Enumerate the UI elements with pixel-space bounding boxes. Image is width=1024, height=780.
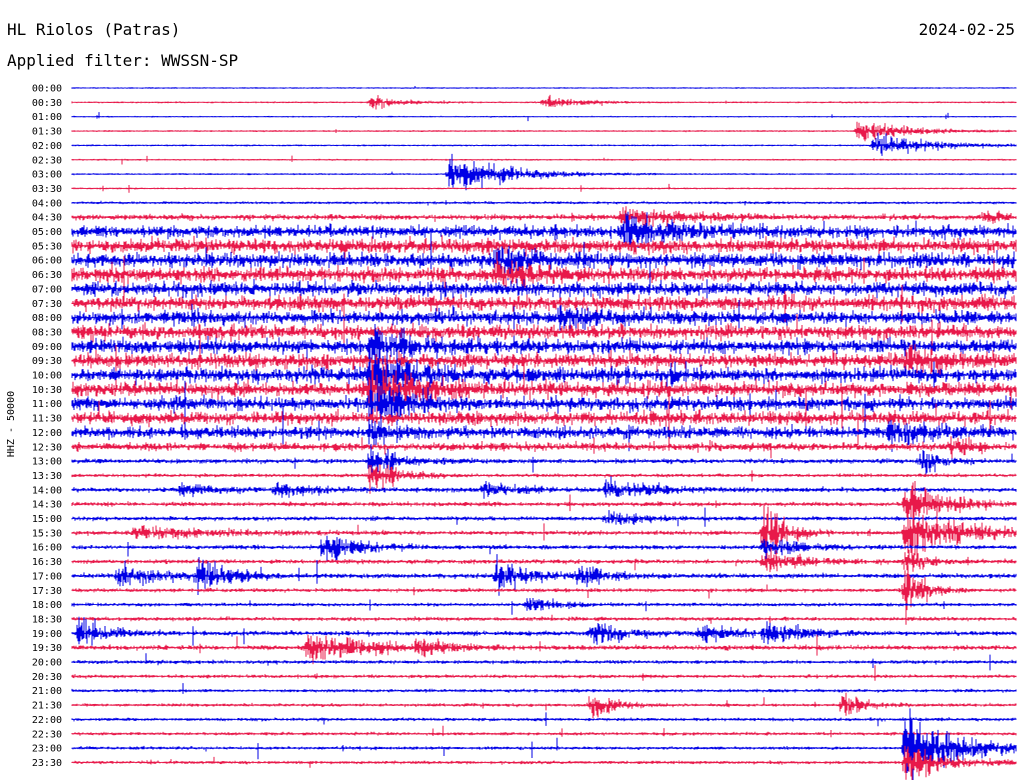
time-tick-label: 23:30 [32, 758, 62, 769]
time-tick-label: 21:00 [32, 686, 62, 697]
trace-waveform [71, 200, 1017, 206]
time-tick-label: 17:00 [32, 571, 62, 582]
time-tick-label: 02:00 [32, 141, 62, 152]
trace-waveform [71, 86, 1017, 89]
trace-waveform [71, 398, 1017, 452]
time-tick-label: 05:00 [32, 227, 62, 238]
trace-waveform [71, 476, 1017, 499]
time-tick-label: 13:30 [32, 471, 62, 482]
time-tick-label: 08:30 [32, 327, 62, 338]
trace-waveform [71, 725, 1017, 738]
trace-waveform [71, 692, 1017, 719]
time-tick-label: 01:30 [32, 127, 62, 138]
time-tick-label: 09:00 [32, 342, 62, 353]
time-tick-label: 14:30 [32, 500, 62, 511]
trace-waveform [71, 614, 1017, 627]
time-tick-label: 09:30 [32, 356, 62, 367]
trace-waveform [71, 257, 1017, 326]
trace-waveform [71, 444, 1017, 478]
time-tick-label: 03:00 [32, 170, 62, 181]
time-tick-label: 12:30 [32, 442, 62, 453]
time-tick-label: 20:30 [32, 672, 62, 683]
time-tick-label: 15:00 [32, 514, 62, 525]
time-tick-label: 08:00 [32, 313, 62, 324]
time-tick-label: 18:00 [32, 600, 62, 611]
trace-waveform [71, 94, 1017, 110]
time-tick-label: 13:00 [32, 457, 62, 468]
time-tick-label: 00:30 [32, 98, 62, 109]
time-tick-label: 03:30 [32, 184, 62, 195]
trace-waveform [71, 121, 1017, 142]
time-tick-label: 04:00 [32, 198, 62, 209]
seismogram-plot: 00:00 00:30 01:00 01:30 02:00 02:30 03:00 03:30… [6, 84, 1017, 780]
trace-waveform [71, 206, 1017, 229]
time-tick-label: 16:00 [32, 543, 62, 554]
trace-waveform [71, 616, 1017, 646]
time-tick-label: 22:00 [32, 715, 62, 726]
trace-waveform [71, 155, 1017, 165]
time-tick-label: 04:30 [32, 213, 62, 224]
trace-waveform [71, 745, 1017, 780]
time-tick-label: 07:00 [32, 284, 62, 295]
time-tick-label: 07:30 [32, 299, 62, 310]
trace-waveform [71, 183, 1017, 193]
time-tick-label: 11:00 [32, 399, 62, 410]
time-tick-label: 22:30 [32, 729, 62, 740]
trace-group [71, 86, 1017, 780]
time-tick-label: 18:30 [32, 614, 62, 625]
trace-waveform [71, 565, 1017, 625]
time-tick-label: 19:30 [32, 643, 62, 654]
time-tick-label: 19:00 [32, 629, 62, 640]
trace-waveform [71, 505, 1017, 562]
time-tick-label: 14:00 [32, 485, 62, 496]
trace-waveform [71, 386, 1017, 451]
time-tick-label: 10:30 [32, 385, 62, 396]
trace-waveform [71, 598, 1017, 615]
time-tick-label: 06:30 [32, 270, 62, 281]
time-tick-label: 21:30 [32, 701, 62, 712]
time-tick-label: 23:00 [32, 744, 62, 755]
time-tick-label: 16:30 [32, 557, 62, 568]
trace-waveform [71, 653, 1017, 671]
time-tick-label: 17:30 [32, 586, 62, 597]
trace-waveform [71, 436, 1017, 461]
time-tick-label: 01:00 [32, 112, 62, 123]
time-tick-label: 12:00 [32, 428, 62, 439]
time-tick-label: 00:00 [32, 84, 62, 95]
y-axis-label: HHZ - 50000 [6, 391, 17, 457]
trace-waveform [71, 634, 1017, 665]
time-tick-label: 11:30 [32, 414, 62, 425]
time-tick-label: 05:30 [32, 241, 62, 252]
trace-waveform [71, 712, 1017, 727]
trace-waveform [71, 112, 1017, 122]
time-tick-label: 10:00 [32, 371, 62, 382]
trace-waveform [71, 683, 1017, 694]
time-tick-label: 06:00 [32, 256, 62, 267]
trace-waveform [71, 665, 1017, 681]
time-tick-label: 15:30 [32, 528, 62, 539]
tick-label-group: 00:00 00:30 01:00 01:30 02:00 02:30 03:00 03:30… [32, 84, 62, 769]
time-tick-label: 20:00 [32, 658, 62, 669]
trace-waveform [71, 547, 1017, 573]
time-tick-label: 02:30 [32, 155, 62, 166]
trace-waveform [71, 481, 1017, 527]
